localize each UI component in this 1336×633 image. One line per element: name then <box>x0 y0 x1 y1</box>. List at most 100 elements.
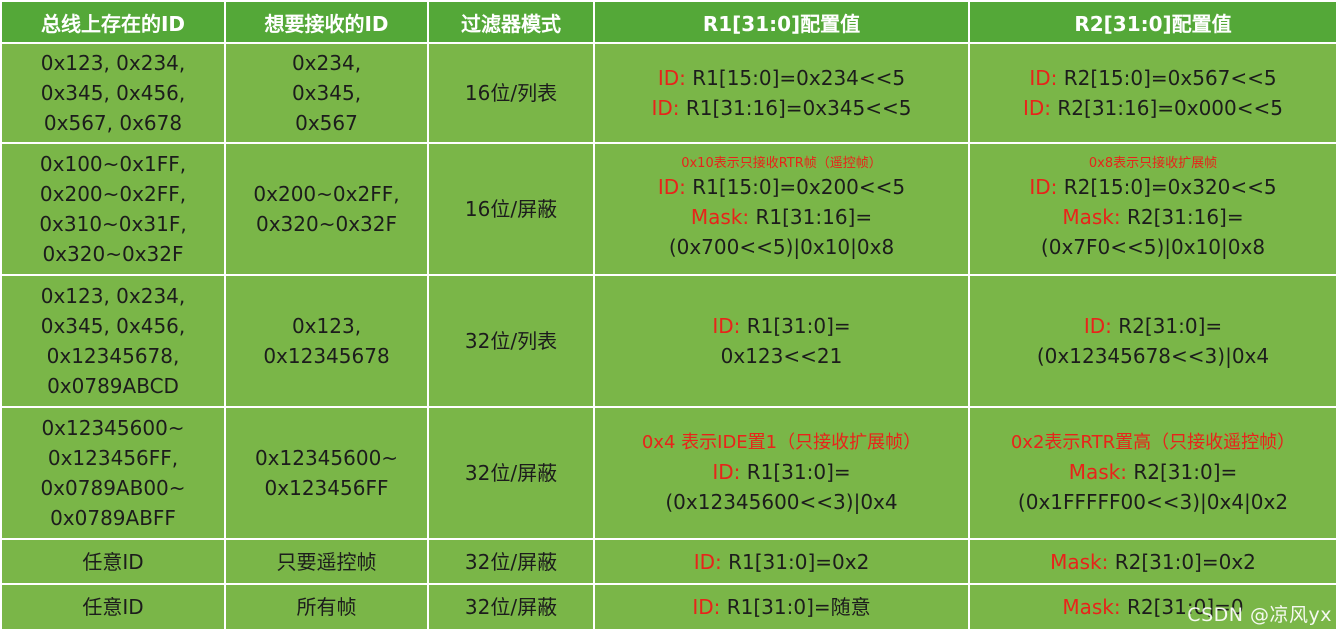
cell-line: 0x310~0x31F, <box>39 212 187 236</box>
r1-config-cell: 0x10表示只接收RTR帧（遥控帧） ID: R1[15:0]=0x200<<5… <box>593 142 970 276</box>
table-row: 0x12345600~ 0x123456FF, 0x0789AB00~ 0x07… <box>0 406 1336 540</box>
r1-config-cell: ID: R1[31:0]= 0x123<<21 <box>593 274 970 408</box>
table-row: 0x123, 0x234, 0x345, 0x456, 0x567, 0x678… <box>0 42 1336 144</box>
id-tag: ID: <box>693 549 722 574</box>
config-line: (0x12345600<<3)|0x4 <box>665 490 898 514</box>
bus-ids-cell: 0x12345600~ 0x123456FF, 0x0789AB00~ 0x07… <box>0 406 226 540</box>
config-line: Mask: R2[31:0]= <box>974 457 1332 487</box>
r2-config-cell: Mask: R2[31:0]=0x2 <box>968 538 1336 585</box>
cell-line: 0x0789AB00~ <box>40 476 186 500</box>
cell-line: 0x12345678, <box>46 344 180 368</box>
mask-tag: Mask: <box>1050 549 1109 574</box>
cell-line: 0x234, <box>291 51 362 75</box>
bus-ids-cell: 0x100~0x1FF, 0x200~0x2FF, 0x310~0x31F, 0… <box>0 142 226 276</box>
config-text: R1[31:0]=0x2 <box>721 549 870 574</box>
filter-mode-cell: 16位/屏蔽 <box>427 142 595 276</box>
r1-config-cell: ID: R1[15:0]=0x234<<5 ID: R1[31:16]=0x34… <box>593 42 970 144</box>
cell-line: 0x345, 0x456, <box>40 314 186 338</box>
wanted-ids-cell: 所有帧 <box>224 583 429 631</box>
header-r2-config: R2[31:0]配置值 <box>968 0 1336 44</box>
bus-ids-cell: 0x123, 0x234, 0x345, 0x456, 0x567, 0x678 <box>0 42 226 144</box>
table-row: 任意ID 所有帧 32位/屏蔽 ID: R1[31:0]=随意 Mask: R2… <box>0 583 1336 631</box>
config-line: ID: R2[15:0]=0x567<<5 <box>974 63 1332 93</box>
cell-line: 0x345, <box>291 81 362 105</box>
cell-line: 0x200~0x2FF, <box>39 182 187 206</box>
config-line: ID: R2[31:0]= <box>974 311 1332 341</box>
header-bus-ids: 总线上存在的ID <box>0 0 226 44</box>
id-tag: ID: <box>657 66 686 90</box>
cell-line: 0x12345678 <box>263 344 390 368</box>
config-text: R1[15:0]=0x234<<5 <box>685 66 906 90</box>
wanted-ids-cell: 0x234, 0x345, 0x567 <box>224 42 429 144</box>
config-line: Mask: R1[31:16]= <box>599 202 964 232</box>
config-line: ID: R1[15:0]=0x200<<5 <box>599 172 964 202</box>
config-line: ID: R1[31:0]= <box>599 457 964 487</box>
filter-mode-cell: 16位/列表 <box>427 42 595 144</box>
header-wanted-ids: 想要接收的ID <box>224 0 429 44</box>
header-row: 总线上存在的ID 想要接收的ID 过滤器模式 R1[31:0]配置值 R2[31… <box>0 0 1336 44</box>
cell-line: 0x200~0x2FF, <box>253 182 400 206</box>
filter-mode-cell: 32位/屏蔽 <box>427 406 595 540</box>
table-row: 0x123, 0x234, 0x345, 0x456, 0x12345678, … <box>0 274 1336 408</box>
id-tag: ID: <box>1029 66 1058 90</box>
config-text: R1[15:0]=0x200<<5 <box>685 175 906 199</box>
r2-note: 0x8表示只接收扩展帧 <box>1088 156 1218 171</box>
config-text: R2[31:0]=0x2 <box>1108 549 1256 574</box>
cell-line: 0x123, 0x234, <box>40 51 186 75</box>
config-line: (0x700<<5)|0x10|0x8 <box>668 235 895 259</box>
id-tag: ID: <box>651 96 680 120</box>
r1-note: 0x10表示只接收RTR帧（遥控帧） <box>681 156 882 171</box>
r2-config-cell: ID: R2[31:0]= (0x12345678<<3)|0x4 <box>968 274 1336 408</box>
bus-ids-cell: 任意ID <box>0 538 226 585</box>
config-text: R1[31:16]=0x345<<5 <box>679 96 912 120</box>
cell-line: 0x320~0x32F <box>42 242 184 266</box>
r1-config-cell: ID: R1[31:0]=随意 <box>593 583 970 631</box>
config-text: R2[31:0]=0 <box>1120 595 1244 619</box>
id-tag: ID: <box>712 314 741 338</box>
cell-line: 0x123456FF, <box>47 446 179 470</box>
id-tag: ID: <box>712 460 741 484</box>
cell-line: 0x345, 0x456, <box>40 81 186 105</box>
config-text: R2[31:0]= <box>1111 314 1223 338</box>
config-line: (0x7F0<<5)|0x10|0x8 <box>1040 235 1266 259</box>
r1-config-cell: 0x4 表示IDE置1（只接收扩展帧） ID: R1[31:0]= (0x123… <box>593 406 970 540</box>
r2-config-cell: ID: R2[15:0]=0x567<<5 ID: R2[31:16]=0x00… <box>968 42 1336 144</box>
r1-note: 0x4 表示IDE置1（只接收扩展帧） <box>641 432 922 453</box>
cell-line: 0x100~0x1FF, <box>39 152 187 176</box>
config-line: ID: R1[31:0]= <box>599 311 964 341</box>
config-text: R2[31:0]= <box>1127 460 1238 484</box>
config-line: ID: R2[31:16]=0x000<<5 <box>974 93 1332 123</box>
cell-line: 0x567, 0x678 <box>43 111 183 135</box>
id-tag: ID: <box>657 175 686 199</box>
r2-note: 0x2表示RTR置高（只接收遥控帧） <box>1010 432 1296 453</box>
config-text: R1[31:0]= <box>740 314 851 338</box>
config-text: R2[15:0]=0x567<<5 <box>1057 66 1277 90</box>
config-line: ID: R1[15:0]=0x234<<5 <box>599 63 964 93</box>
r2-config-cell: 0x8表示只接收扩展帧 ID: R2[15:0]=0x320<<5 Mask: … <box>968 142 1336 276</box>
cell-line: 0x123, <box>291 314 362 338</box>
r2-config-cell: Mask: R2[31:0]=0 <box>968 583 1336 631</box>
cell-line: 0x123, 0x234, <box>40 284 186 308</box>
config-line: (0x1FFFFF00<<3)|0x4|0x2 <box>1017 490 1289 514</box>
cell-line: 0x12345600~ <box>41 416 185 440</box>
config-text: R1[31:0]= <box>740 460 851 484</box>
can-filter-config-table: 总线上存在的ID 想要接收的ID 过滤器模式 R1[31:0]配置值 R2[31… <box>0 0 1336 631</box>
cell-line: 0x123456FF <box>264 476 389 500</box>
config-line: Mask: R2[31:16]= <box>974 202 1332 232</box>
id-tag: ID: <box>1029 175 1058 199</box>
config-line: ID: R2[15:0]=0x320<<5 <box>974 172 1332 202</box>
bus-ids-cell: 任意ID <box>0 583 226 631</box>
mask-tag: Mask: <box>690 205 750 229</box>
mask-tag: Mask: <box>1062 595 1121 619</box>
cell-line: 0x0789ABFF <box>50 506 176 530</box>
config-text: R2[31:16]=0x000<<5 <box>1051 96 1283 120</box>
wanted-ids-cell: 只要遥控帧 <box>224 538 429 585</box>
cell-line: 0x0789ABCD <box>47 374 179 398</box>
config-line: 0x123<<21 <box>720 344 843 368</box>
config-text: R1[31:16]= <box>749 205 873 229</box>
bus-ids-cell: 0x123, 0x234, 0x345, 0x456, 0x12345678, … <box>0 274 226 408</box>
id-tag: ID: <box>1083 314 1112 338</box>
config-text: R2[31:16]= <box>1120 205 1244 229</box>
header-filter-mode: 过滤器模式 <box>427 0 595 44</box>
r2-config-cell: 0x2表示RTR置高（只接收遥控帧） Mask: R2[31:0]= (0x1F… <box>968 406 1336 540</box>
